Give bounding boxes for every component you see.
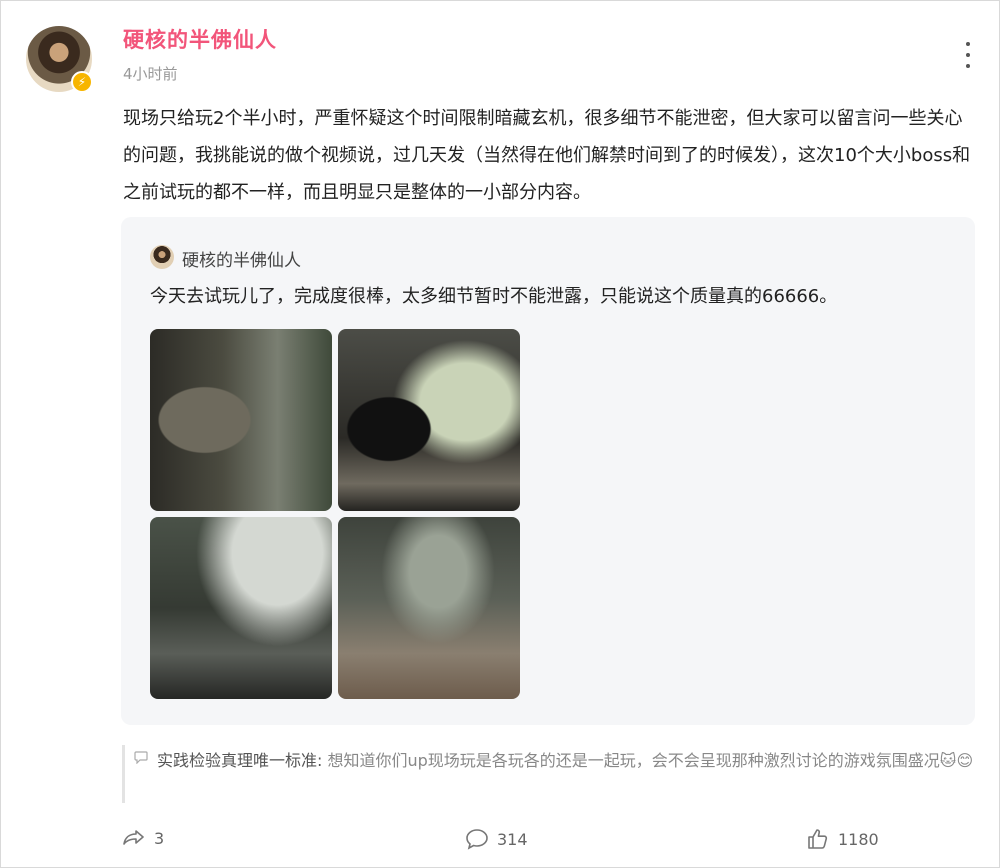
rocky-forest-image[interactable]	[150, 517, 332, 699]
like-count: 1180	[838, 829, 879, 849]
reply-button[interactable]: 314	[465, 828, 528, 850]
comment-divider	[122, 745, 125, 803]
more-options-icon[interactable]	[958, 42, 978, 68]
comment-bubble-icon	[134, 751, 148, 764]
comment-emoji: 🐱😊	[939, 751, 974, 770]
comment-user[interactable]: 实践检验真理唯一标准:	[157, 751, 322, 770]
quoted-post-text: 今天去试玩儿了，完成度很棒，太多细节暂时不能泄露，只能说这个质量真的66666。	[150, 286, 838, 307]
like-button[interactable]: 1180	[806, 828, 879, 850]
share-icon	[123, 830, 144, 845]
thumbs-up-icon	[808, 829, 828, 849]
cave-silhouette-image[interactable]	[338, 329, 520, 511]
lightning-badge-icon: ⚡	[71, 71, 93, 93]
share-count: 3	[154, 828, 165, 848]
post-time: 4小时前	[123, 65, 178, 83]
reply-count: 314	[497, 829, 528, 849]
forest-statue-image[interactable]	[150, 329, 332, 511]
share-button[interactable]: 3	[122, 828, 164, 848]
comment[interactable]: 实践检验真理唯一标准: 想知道你们up现场玩是各玩各的还是一起玩，会不会呈现那种…	[157, 745, 975, 776]
author-name[interactable]: 硬核的半佛仙人	[123, 24, 277, 54]
post-text: 现场只给玩2个半小时，严重怀疑这个时间限制暗藏玄机，很多细节不能泄密，但大家可以…	[123, 108, 971, 203]
quoted-author-name[interactable]: 硬核的半佛仙人	[182, 246, 301, 271]
quoted-avatar[interactable]	[150, 245, 174, 269]
comment-text: 想知道你们up现场玩是各玩各的还是一起玩，会不会呈现那种激烈讨论的游戏氛围盛况	[322, 751, 940, 770]
comment-icon	[466, 829, 488, 850]
forest-path-image[interactable]	[338, 517, 520, 699]
